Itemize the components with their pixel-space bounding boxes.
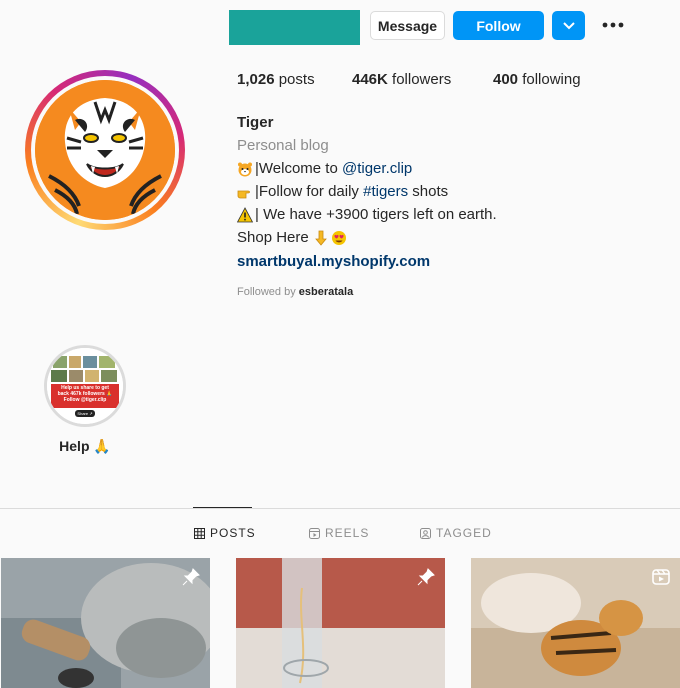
bio-line-welcome: |Welcome to @tiger.clip <box>237 160 412 177</box>
following-count[interactable]: 400 following <box>493 71 581 88</box>
heart-eyes-icon <box>331 230 346 245</box>
follow-button[interactable]: Follow <box>453 11 544 40</box>
tiger-logo-icon <box>35 80 175 220</box>
mention-link[interactable]: @tiger.clip <box>342 160 412 177</box>
bio-line-warning: | We have +3900 tigers left on earth. <box>237 206 497 223</box>
username-redacted <box>229 10 360 45</box>
post-image <box>471 558 680 688</box>
bio-line-follow: |Follow for daily #tigers shots <box>237 183 448 200</box>
followers-count[interactable]: 446K followers <box>352 71 451 88</box>
tabs-divider <box>0 508 680 509</box>
highlight-label: Help 🙏 <box>59 438 111 454</box>
more-options-button[interactable] <box>600 14 626 36</box>
pointing-hand-icon <box>237 190 250 198</box>
post-image <box>1 558 210 688</box>
post-thumbnail[interactable] <box>1 558 210 688</box>
post-thumbnail[interactable] <box>236 558 445 688</box>
tiger-face-icon <box>238 162 252 176</box>
reel-icon <box>652 569 670 585</box>
highlight-cover[interactable]: Help us share to get back 467k followers… <box>47 348 123 424</box>
chevron-down-icon <box>562 21 575 29</box>
tagged-icon <box>420 527 431 539</box>
warning-icon <box>237 206 253 222</box>
tab-posts[interactable]: POSTS <box>194 526 256 540</box>
followed-by[interactable]: Followed by esberatala <box>237 286 353 298</box>
reels-icon <box>309 527 320 539</box>
profile-name: Tiger <box>237 114 274 131</box>
tab-tagged[interactable]: TAGGED <box>420 526 492 540</box>
post-image <box>236 558 445 688</box>
website-link[interactable]: smartbuyal.myshopify.com <box>237 253 430 270</box>
post-thumbnail[interactable] <box>471 558 680 688</box>
more-options-icon <box>602 22 624 28</box>
pin-icon <box>182 568 200 586</box>
profile-category: Personal blog <box>237 137 329 154</box>
follow-dropdown-button[interactable] <box>552 11 585 40</box>
pin-icon <box>417 568 435 586</box>
profile-avatar[interactable] <box>35 80 175 220</box>
grid-icon <box>194 527 205 539</box>
active-tab-indicator <box>193 507 252 508</box>
posts-count: 1,026 posts <box>237 71 315 88</box>
message-button[interactable]: Message <box>370 11 445 40</box>
pointing-down-icon <box>315 230 327 246</box>
hashtag-link[interactable]: #tigers <box>363 183 408 200</box>
bio-line-shop: Shop Here <box>237 229 349 246</box>
tab-reels[interactable]: REELS <box>309 526 369 540</box>
